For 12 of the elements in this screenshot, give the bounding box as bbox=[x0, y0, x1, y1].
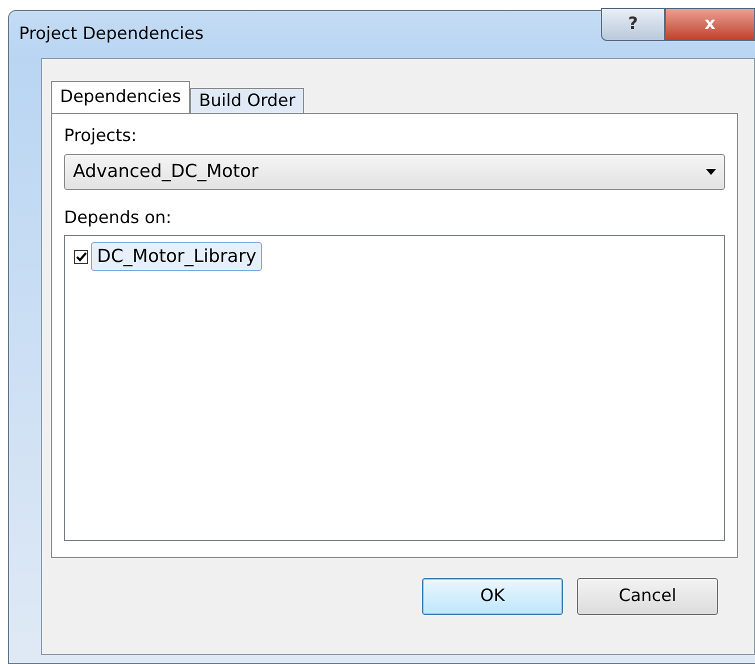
window-title: Project Dependencies bbox=[19, 22, 204, 46]
dialog-button[interactable]: Cancel bbox=[577, 578, 718, 615]
dialog-button[interactable]: OK bbox=[422, 578, 563, 615]
dropdown-arrow-icon bbox=[706, 168, 716, 174]
checkbox[interactable] bbox=[74, 250, 88, 264]
tab[interactable]: Dependencies bbox=[51, 81, 190, 114]
depends-on-label: Depends on: bbox=[64, 206, 173, 230]
list-item[interactable]: DC_Motor_Library bbox=[91, 242, 262, 271]
help-button[interactable]: ? bbox=[601, 8, 665, 41]
projects-label: Projects: bbox=[64, 125, 138, 148]
projects-dropdown[interactable]: Advanced_DC_Motor bbox=[64, 154, 725, 190]
tab[interactable]: Build Order bbox=[190, 88, 304, 114]
